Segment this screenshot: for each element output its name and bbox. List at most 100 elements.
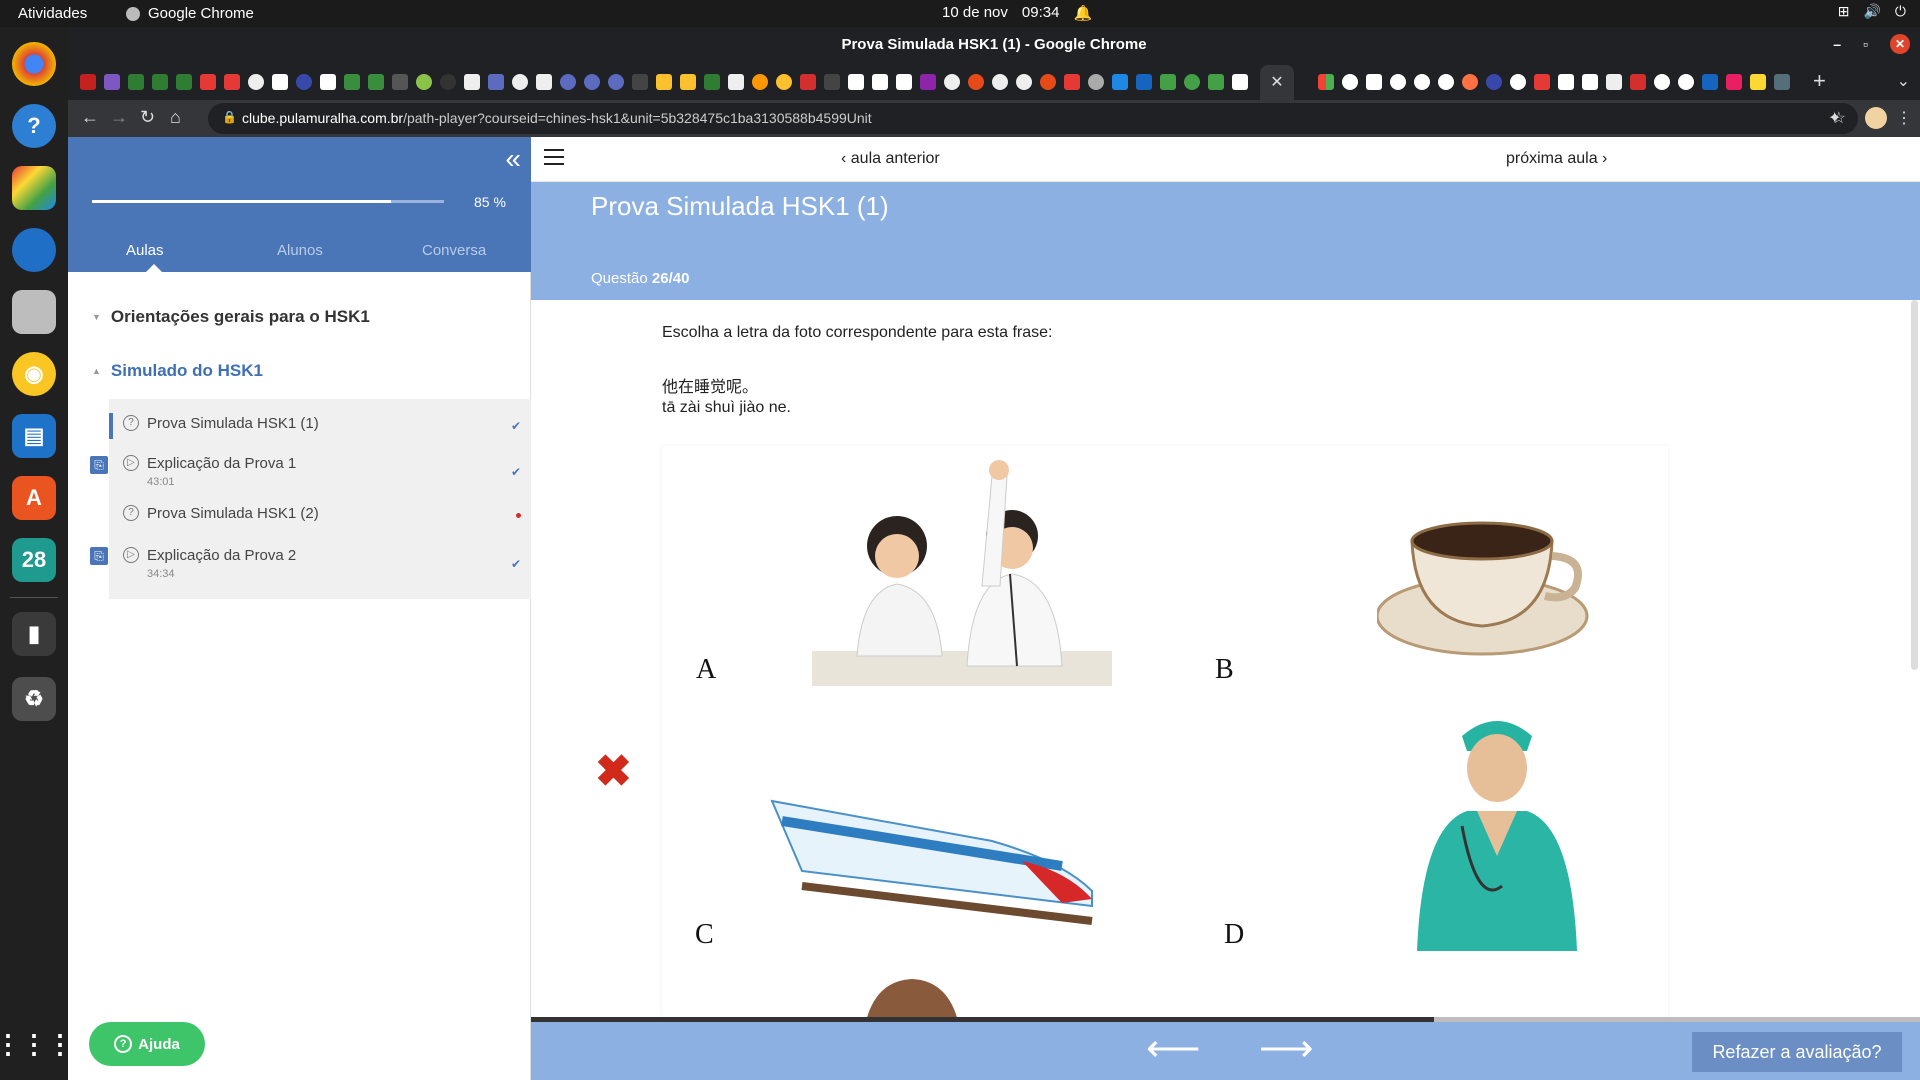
tab-favicon[interactable] xyxy=(944,74,960,90)
tab-favicon[interactable] xyxy=(272,74,288,90)
tab-favicon[interactable] xyxy=(1678,74,1694,90)
url-text[interactable]: clube.pulamuralha.com.br/path-player?cou… xyxy=(242,110,872,126)
back-button[interactable]: ← xyxy=(81,107,99,128)
tab-favicon[interactable] xyxy=(152,74,168,90)
tab-favicon[interactable] xyxy=(1160,74,1176,90)
tab-favicon[interactable] xyxy=(1136,74,1152,90)
tab-favicon[interactable] xyxy=(296,74,312,90)
thunderbird-dock-icon[interactable] xyxy=(12,228,56,272)
tab-favicon[interactable] xyxy=(968,74,984,90)
section-orientacoes[interactable]: ▼ Orientações gerais para o HSK1 xyxy=(92,307,370,327)
writer-dock-icon[interactable]: ▤ xyxy=(12,414,56,458)
tab-favicon[interactable] xyxy=(1112,74,1128,90)
browser-menu-icon[interactable]: ⋮ xyxy=(1896,108,1912,128)
help-dock-icon[interactable]: ? xyxy=(12,104,56,148)
profile-avatar[interactable] xyxy=(1865,107,1887,129)
lock-icon[interactable]: 🔒 xyxy=(222,110,237,124)
hamburger-menu-icon[interactable] xyxy=(544,149,564,170)
tab-favicon[interactable] xyxy=(368,74,384,90)
tab-favicon[interactable] xyxy=(1510,74,1526,90)
tab-favicon[interactable] xyxy=(1016,74,1032,90)
rhythmbox-dock-icon[interactable]: ◉ xyxy=(12,352,56,396)
chrome-dock-icon[interactable] xyxy=(12,42,56,86)
tab-favicon[interactable] xyxy=(248,74,264,90)
app-grid-icon[interactable]: ⋮⋮⋮ xyxy=(0,1022,73,1066)
tab-favicon[interactable] xyxy=(1702,74,1718,90)
tab-favicon[interactable] xyxy=(1774,74,1790,90)
tab-favicon[interactable] xyxy=(1390,74,1406,90)
lesson-item-prova-2[interactable]: ? Prova Simulada HSK1 (2) xyxy=(109,503,531,533)
tab-favicon[interactable] xyxy=(896,74,912,90)
tab-favicon[interactable] xyxy=(848,74,864,90)
tab-favicon[interactable] xyxy=(1534,74,1550,90)
tab-favicon[interactable] xyxy=(872,74,888,90)
tab-favicon[interactable] xyxy=(1414,74,1430,90)
lesson-item-explicacao-1[interactable]: ▷ Explicação da Prova 1 43:01 ✔ xyxy=(109,453,531,493)
tab-favicon[interactable] xyxy=(128,74,144,90)
active-tab-close-icon[interactable]: ✕ xyxy=(1260,65,1294,100)
home-button[interactable]: ⌂ xyxy=(170,107,181,128)
tab-favicon[interactable] xyxy=(200,74,216,90)
tab-favicon[interactable] xyxy=(1462,74,1478,90)
trash-dock-icon[interactable]: ♻ xyxy=(12,677,56,721)
tab-favicon[interactable] xyxy=(1318,74,1334,90)
options-image[interactable]: A B C D xyxy=(662,446,1668,1017)
section-simulado[interactable]: ▲ Simulado do HSK1 xyxy=(92,361,263,381)
clock[interactable]: 10 de nov 09:34 🔔 xyxy=(942,4,1092,22)
new-tab-button[interactable]: + xyxy=(1813,68,1826,94)
tab-favicon[interactable] xyxy=(464,74,480,90)
tab-search-icon[interactable]: ⌄ xyxy=(1897,71,1910,91)
active-app-menu[interactable]: Google Chrome xyxy=(126,5,254,22)
tab-favicon[interactable] xyxy=(704,74,720,90)
next-lesson-link[interactable]: próxima aula › xyxy=(1506,150,1607,168)
maximize-button[interactable]: ▫ xyxy=(1863,36,1868,52)
tab-favicon[interactable] xyxy=(608,74,624,90)
tab-favicon[interactable] xyxy=(1726,74,1742,90)
extensions-icon[interactable]: ✦ xyxy=(1828,108,1841,128)
minimize-button[interactable]: – xyxy=(1833,36,1841,52)
tab-favicon[interactable] xyxy=(320,74,336,90)
tab-favicon[interactable] xyxy=(488,74,504,90)
tab-conversa[interactable]: Conversa xyxy=(422,242,486,259)
tab-favicon[interactable] xyxy=(512,74,528,90)
tab-favicon[interactable] xyxy=(680,74,696,90)
tab-favicon[interactable] xyxy=(1438,74,1454,90)
attachment-icon[interactable]: ⎘ xyxy=(90,547,108,565)
lesson-item-prova-1[interactable]: ? Prova Simulada HSK1 (1) ✔ xyxy=(109,413,531,443)
tab-alunos[interactable]: Alunos xyxy=(277,242,323,259)
tab-favicon[interactable] xyxy=(824,74,840,90)
scrollbar[interactable] xyxy=(1911,300,1918,670)
tab-favicon[interactable] xyxy=(440,74,456,90)
tab-favicon[interactable] xyxy=(1064,74,1080,90)
tab-favicon[interactable] xyxy=(536,74,552,90)
tab-favicon[interactable] xyxy=(920,74,936,90)
tab-favicon[interactable] xyxy=(1342,74,1358,90)
tab-favicon[interactable] xyxy=(176,74,192,90)
tab-favicon[interactable] xyxy=(1088,74,1104,90)
tab-favicon[interactable] xyxy=(1582,74,1598,90)
tab-favicon[interactable] xyxy=(1040,74,1056,90)
tab-favicon[interactable] xyxy=(224,74,240,90)
redo-assessment-button[interactable]: Refazer a avaliação? xyxy=(1692,1032,1902,1072)
attachment-icon[interactable]: ⎘ xyxy=(90,456,108,474)
previous-question-arrow-icon[interactable]: ⟵ xyxy=(1146,1030,1200,1068)
tab-favicon[interactable] xyxy=(416,74,432,90)
tab-favicon[interactable] xyxy=(776,74,792,90)
tab-favicon[interactable] xyxy=(1486,74,1502,90)
tab-favicon[interactable] xyxy=(1630,74,1646,90)
tab-favicon[interactable] xyxy=(656,74,672,90)
previous-lesson-link[interactable]: ‹ aula anterior xyxy=(841,150,940,168)
tab-favicon[interactable] xyxy=(1558,74,1574,90)
system-tray[interactable]: ⊞ 🔊 ⏻ xyxy=(1838,3,1906,20)
tab-favicon[interactable] xyxy=(80,74,96,90)
files-dock-icon[interactable] xyxy=(12,290,56,334)
tab-favicon[interactable] xyxy=(1208,74,1224,90)
tab-favicon[interactable] xyxy=(1232,74,1248,90)
activities-button[interactable]: Atividades xyxy=(18,5,87,22)
device-dock-icon[interactable]: ▮ xyxy=(12,612,56,656)
tab-favicon[interactable] xyxy=(560,74,576,90)
tab-favicon[interactable] xyxy=(728,74,744,90)
tab-favicon[interactable] xyxy=(800,74,816,90)
reload-button[interactable]: ↻ xyxy=(140,107,155,128)
close-window-button[interactable]: ✕ xyxy=(1890,34,1910,54)
